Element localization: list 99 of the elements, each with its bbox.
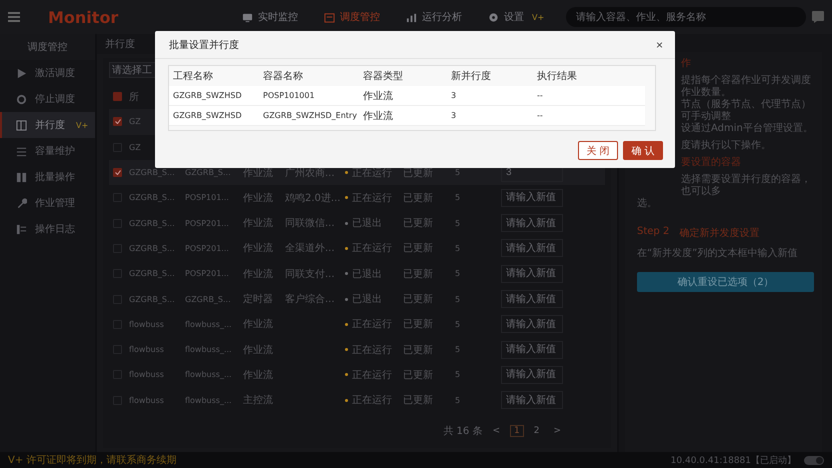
step-title: 确定新并发度设置 [679,226,760,240]
table-cell-text: flowbuss_... [185,370,233,380]
status-cell: 正在运行 [345,342,403,357]
table-cell-text: 5 [455,269,462,278]
table-cell-text: 已更新 [403,394,434,408]
table-cell-text: GZGRB_SWZHSD [173,111,243,120]
total-count: 共 16 条 [443,424,482,438]
status-cell: 正在运行 [345,368,403,382]
table-cell-text: -- [537,91,544,100]
table-cell-text: POSP201... [185,218,230,228]
guide-text: 度请执行以下操作。 [681,140,771,152]
table-cell-text: GZGRB_S... [185,294,232,304]
table-cell-text: flowbuss_... [185,396,233,405]
table-cell-text: flowbuss [129,320,165,329]
column-header: 新并行度 [451,70,492,83]
table-cell-text: 广州农商... [285,166,336,180]
table-cell-text: 5 [455,244,462,253]
table-cell-text: 已更新 [403,344,434,357]
table-cell-text: 同联微信... [285,217,336,230]
table-cell-text: GZGRB_S... [129,193,176,202]
table-cell-text: 已更新 [403,268,434,281]
table-cell-text: 定时器 [243,292,274,306]
guide-text: 提指每个容器作业可并发调度作业数量。 [681,75,812,98]
server-address: 10.40.0.41:18881【已启动】 [670,454,796,466]
table-cell-text: GZGRB_SWZHSD [173,91,243,100]
table-cell-text: POSP201... [185,269,230,278]
table-cell-text: 全渠道外... [285,242,336,256]
table-cell-text: 作业流 [243,344,274,357]
table-cell-text: 已更新 [403,292,434,306]
table-cell-text: -- [537,111,544,120]
guide-text: 选。 [637,198,658,210]
column-header: 容器类型 [363,70,404,83]
table-cell-text: POSP201... [185,244,230,253]
column-header: 工程名称 [173,70,214,83]
table-cell-text: 5 [455,168,462,178]
table-cell-text: GZGRB_SWZHSD_Entry [263,111,358,120]
status-cell: 已退出 [345,266,403,281]
license-notice: V+ 许可证即将到期，请联系商务续期 [8,454,176,467]
table-cell-text: 作业流 [363,110,394,122]
status-cell: 已退出 [345,292,403,306]
column-header: 容器名称 [263,70,304,83]
status-cell: 正在运行 [345,166,403,180]
guide-text: 选择需要设置并行度的容器，也可以多 [681,174,812,198]
table-cell-text: 5 [455,370,462,380]
table-cell-text: 5 [455,345,462,354]
status-cell: 正在运行 [345,241,403,256]
guide-text: 节点（服务节点、代理节点）可手动调整 [681,99,812,122]
table-cell-text: 已更新 [403,368,434,382]
table-cell-text: POSP101... [185,193,230,202]
guide-heading: 要设置的容器 [681,157,741,169]
column-header: 执行结果 [537,70,578,83]
table-cell-text: GZGRB_S... [129,244,176,253]
table-cell-text: 3 [451,91,458,100]
table-cell-text: flowbuss_... [185,345,233,354]
table-cell-text: 同联支付... [285,268,336,281]
app-logo: Monitor [47,8,120,26]
table-cell-text: 5 [455,294,462,304]
table-cell-text: GZGRB_S... [185,168,232,178]
table-cell-text: 作业流 [243,368,274,382]
guide-text: 设通过Admin平台管理设置。 [681,123,813,135]
table-cell-text: 作业流 [243,318,274,332]
table-cell-text: 作业流 [363,90,394,102]
table-cell-text: GZGRB_S... [129,269,176,278]
table-cell-text: 已更新 [403,318,434,332]
status-cell: 正在运行 [345,317,403,332]
table-cell-text: 作业流 [243,216,274,230]
table-cell-text: 作业流 [243,166,274,180]
table-cell-text: flowbuss [129,396,165,405]
table-cell-text: POSP101001 [263,91,316,100]
table-cell-text: flowbuss [129,370,165,380]
table-cell-text: 5 [455,396,462,405]
table-cell-text: 作业流 [243,242,274,256]
table-cell-text: 鸡鸣2.0进... [285,192,342,205]
table-cell-text: 已更新 [403,166,434,180]
status-cell: 已退出 [345,216,403,230]
table-cell-text: GZ [129,142,142,152]
guide-text: 在“新并发度”列的文本框中输入新值 [637,248,798,260]
table-cell-text: 作业流 [243,192,274,205]
step-label: Step 2 [637,226,670,239]
table-cell-text: 已更新 [403,192,434,205]
table-cell-text: GZGRB_S... [129,168,176,178]
table-cell-text: 作业流 [243,268,274,281]
table-cell-text: flowbuss [129,345,165,354]
table-cell-text: GZGRB_S... [129,294,176,304]
table-cell-text: flowbuss_... [185,320,233,329]
status-cell: 正在运行 [345,190,403,205]
table-cell-text: 客户综合... [285,292,336,306]
table-cell-text: 5 [455,193,462,202]
table-cell-text: GZ [129,117,142,126]
table-cell-text: GZGRB_S... [129,218,176,228]
status-cell: 正在运行 [345,393,403,408]
table-cell-text: 3 [451,111,458,120]
table-cell-text: 5 [455,218,462,228]
table-cell-text: 已更新 [403,242,434,256]
dialog-title: 批量设置并行度 [169,38,239,52]
table-cell-text: 主控流 [243,394,274,408]
table-cell-text: 已更新 [403,216,434,230]
table-cell-text: 5 [455,320,462,329]
guide-heading: 作 [681,58,691,70]
